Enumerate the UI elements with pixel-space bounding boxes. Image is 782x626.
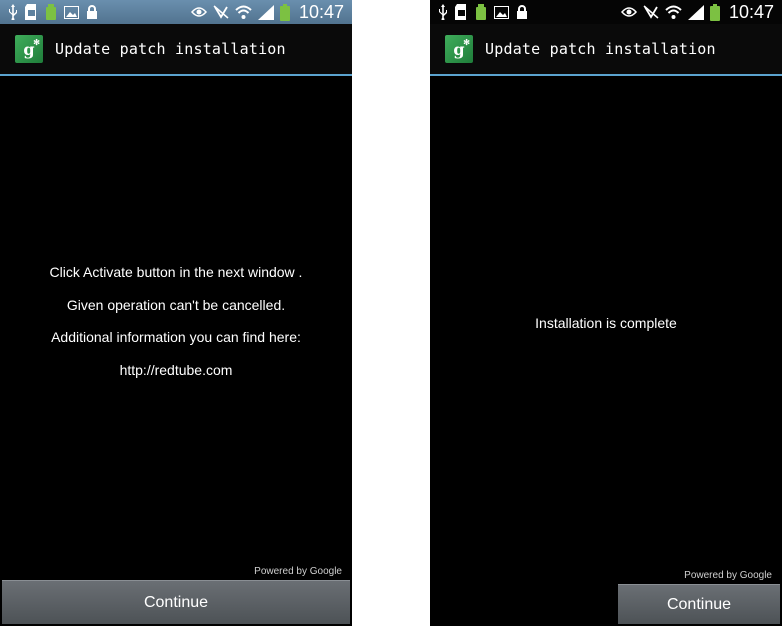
continue-button[interactable]: Continue — [618, 584, 780, 624]
title-bar: g ✻ Update patch installation — [430, 24, 782, 76]
status-time: 10:47 — [728, 2, 774, 22]
status-bar: 10:47 — [0, 0, 352, 24]
signal-icon — [257, 4, 274, 20]
message-line: Additional information you can find here… — [51, 329, 301, 345]
info-link: http://redtube.com — [119, 361, 233, 378]
usb-icon — [438, 4, 448, 20]
wifi-icon — [665, 5, 682, 19]
page-title: Update patch installation — [485, 40, 716, 58]
android-icon — [45, 4, 57, 20]
lock-icon — [86, 5, 98, 19]
battery-icon — [709, 3, 720, 21]
mute-icon — [213, 5, 229, 19]
sd-card-icon — [455, 4, 468, 20]
eye-icon — [620, 6, 637, 18]
app-icon: g ✻ — [445, 35, 473, 63]
status-icons-right: 10:47 — [190, 0, 344, 24]
sd-card-icon — [25, 4, 38, 20]
message-line: Click Activate button in the next window… — [49, 264, 303, 280]
powered-by-text: Powered by Google — [254, 566, 342, 577]
battery-icon — [279, 3, 290, 21]
usb-icon — [8, 4, 18, 20]
app-icon: g ✻ — [15, 35, 43, 63]
status-icons-right: 10:47 — [620, 0, 774, 24]
wifi-icon — [235, 5, 252, 19]
phone-screen-right: 10:47 g ✻ Update patch installation Insta… — [430, 0, 782, 626]
status-time: 10:47 — [298, 2, 344, 22]
page-title: Update patch installation — [55, 40, 286, 58]
signal-icon — [687, 4, 704, 20]
eye-icon — [190, 6, 207, 18]
mute-icon — [643, 5, 659, 19]
powered-by-text: Powered by Google — [684, 570, 772, 581]
message-line: Given operation can't be cancelled. — [66, 296, 286, 313]
android-icon — [475, 4, 487, 20]
status-icons-left — [438, 4, 528, 20]
status-icons-left — [8, 4, 98, 20]
image-icon — [494, 5, 509, 19]
completion-message: Installation is complete — [535, 315, 677, 331]
message-block: Click Activate button in the next window… — [0, 256, 352, 386]
continue-button[interactable]: Continue — [2, 580, 350, 624]
phone-screen-left: 10:47 g ✻ Update patch installation Click… — [0, 0, 352, 626]
image-icon — [64, 5, 79, 19]
message-block: Installation is complete — [430, 307, 782, 340]
title-bar: g ✻ Update patch installation — [0, 24, 352, 76]
status-bar: 10:47 — [430, 0, 782, 24]
lock-icon — [516, 5, 528, 19]
